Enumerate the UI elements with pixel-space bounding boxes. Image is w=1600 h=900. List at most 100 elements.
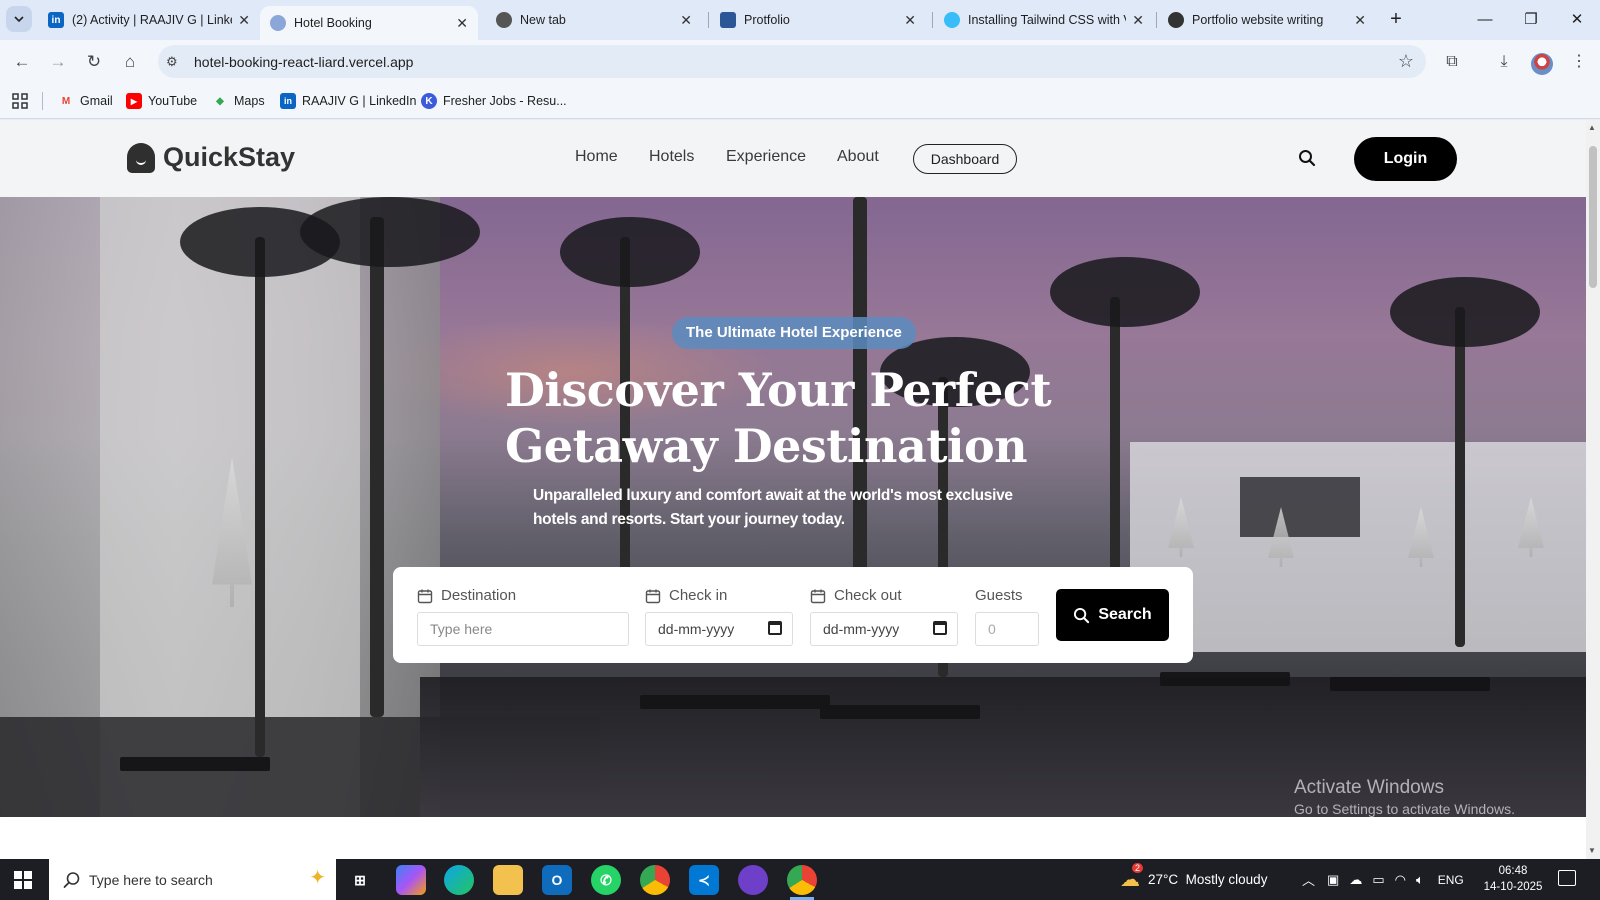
close-icon[interactable]: ✕	[456, 15, 468, 32]
bookmark-linkedin[interactable]: in RAAJIV G | LinkedIn	[280, 91, 416, 111]
reload-button[interactable]: ↻	[82, 50, 106, 74]
palm-trunk	[370, 217, 384, 717]
calendar-icon	[645, 589, 661, 603]
date-picker-icon[interactable]	[768, 621, 782, 635]
start-button[interactable]	[14, 871, 32, 889]
nav-link-home[interactable]: Home	[575, 148, 618, 166]
bookmarks-divider	[42, 92, 43, 110]
bookmark-youtube[interactable]: ▶ YouTube	[126, 91, 197, 111]
close-icon[interactable]: ✕	[1132, 12, 1144, 29]
wifi-icon[interactable]: ◠	[1395, 872, 1406, 888]
github-desktop-icon[interactable]	[738, 865, 768, 895]
checkin-date-input[interactable]: dd-mm-yyyy	[645, 612, 793, 646]
restore-button[interactable]: ❐	[1516, 8, 1546, 32]
hero-badge: The Ultimate Hotel Experience	[672, 317, 916, 349]
nav-link-hotels[interactable]: Hotels	[649, 148, 694, 166]
bookmark-maps[interactable]: ◆ Maps	[212, 91, 265, 111]
weather-badge: 2	[1132, 863, 1144, 873]
notifications-icon[interactable]	[1558, 870, 1576, 886]
site-info-icon[interactable]: ⚙	[166, 54, 188, 70]
bookmark-fresher-jobs[interactable]: K Fresher Jobs - Resu...	[421, 91, 567, 111]
taskbar-search-box[interactable]: Type here to search ✦	[49, 859, 336, 900]
vscode-icon[interactable]: ≺	[689, 865, 719, 895]
tab-linkedin[interactable]: in (2) Activity | RAAJIV G | Linke ✕	[38, 0, 260, 40]
logo-mark-icon	[127, 142, 155, 173]
bookmark-label: YouTube	[148, 94, 198, 108]
forward-button[interactable]: →	[46, 50, 70, 74]
palm-fronds	[1050, 257, 1200, 327]
address-bar[interactable]: ⚙ hotel-booking-react-liard.vercel.app ☆	[158, 45, 1426, 78]
back-button[interactable]: ←	[10, 50, 34, 74]
dashboard-button[interactable]: Dashboard	[913, 144, 1017, 174]
weather-widget[interactable]: ☁ 2 27°C Mostly cloudy	[1120, 859, 1267, 900]
destination-label: Destination	[417, 587, 516, 604]
nav-link-about[interactable]: About	[837, 148, 879, 166]
home-button[interactable]: ⌂	[118, 50, 142, 74]
checkout-date-input[interactable]: dd-mm-yyyy	[810, 612, 958, 646]
search-button[interactable]: Search	[1056, 589, 1169, 641]
close-icon[interactable]: ✕	[1354, 12, 1366, 29]
extensions-icon[interactable]: ⧉	[1440, 50, 1464, 74]
tab-search-button[interactable]	[6, 6, 32, 32]
chrome-active-icon[interactable]	[787, 865, 817, 900]
booking-form: Destination Type here Check in dd-mm-yyy…	[393, 567, 1193, 663]
tab-chatgpt[interactable]: Portfolio website writing ✕	[1158, 0, 1376, 40]
search-icon[interactable]	[1298, 149, 1316, 172]
bookmark-gmail[interactable]: M Gmail	[58, 91, 113, 111]
maps-icon: ◆	[216, 95, 224, 107]
whatsapp-icon[interactable]: ✆	[591, 865, 621, 895]
tab-tailwind[interactable]: Installing Tailwind CSS with V ✕	[934, 0, 1154, 40]
sun-lounger	[1160, 672, 1290, 686]
date-picker-icon[interactable]	[933, 621, 947, 635]
meet-icon[interactable]: ▣	[1327, 872, 1339, 888]
page-scrollbar[interactable]: ▲ ▼	[1586, 120, 1600, 859]
nav-link-experience[interactable]: Experience	[726, 148, 806, 166]
login-button[interactable]: Login	[1354, 137, 1457, 181]
close-icon[interactable]: ✕	[904, 12, 916, 29]
tab-strip: in (2) Activity | RAAJIV G | Linke ✕ Hot…	[0, 0, 1600, 40]
downloads-icon[interactable]: ⤓	[1492, 50, 1516, 74]
file-explorer-icon[interactable]	[493, 865, 523, 895]
new-tab-button[interactable]: +	[1384, 8, 1408, 32]
taskbar-clock[interactable]: 06:48 14-10-2025	[1478, 863, 1548, 895]
task-view-icon[interactable]: ⊞	[345, 865, 375, 895]
chrome-icon[interactable]	[640, 865, 670, 895]
tab-protfolio[interactable]: Protfolio ✕	[710, 0, 926, 40]
scroll-down-icon[interactable]: ▼	[1588, 846, 1596, 855]
close-icon[interactable]: ✕	[238, 12, 250, 29]
scrollbar-thumb[interactable]	[1589, 146, 1597, 288]
language-indicator[interactable]: ENG	[1438, 873, 1464, 887]
edge-icon[interactable]	[444, 865, 474, 895]
scroll-up-icon[interactable]: ▲	[1588, 123, 1596, 132]
bookmark-star-icon[interactable]: ☆	[1398, 51, 1414, 72]
onedrive-icon[interactable]: ☁	[1349, 872, 1362, 888]
search-icon	[63, 872, 80, 888]
tab-hotel-booking[interactable]: Hotel Booking ✕	[260, 6, 478, 40]
tab-divider	[708, 12, 709, 28]
profile-avatar[interactable]	[1531, 53, 1553, 75]
menu-icon[interactable]: ⋮	[1567, 50, 1591, 74]
copilot-sparkle-icon: ✦	[309, 867, 326, 889]
tailwind-icon	[944, 12, 960, 28]
battery-icon[interactable]: ▭	[1372, 872, 1384, 888]
volume-icon[interactable]: 🔈︎	[1416, 872, 1424, 888]
chevron-up-icon[interactable]: ︿	[1302, 870, 1315, 889]
guests-input[interactable]: 0	[975, 612, 1039, 646]
folder-icon	[720, 12, 736, 28]
close-window-button[interactable]: ✕	[1562, 8, 1592, 32]
copilot-icon[interactable]	[396, 865, 426, 895]
brand-logo[interactable]: QuickStay	[127, 142, 295, 173]
hero-title-line1: Discover Your Perfect	[505, 363, 1052, 417]
palm-fronds	[1390, 277, 1540, 347]
minimize-button[interactable]: —	[1470, 8, 1500, 32]
tab-new-tab[interactable]: New tab ✕	[486, 0, 702, 40]
close-icon[interactable]: ✕	[680, 12, 692, 29]
outlook-icon[interactable]: O	[542, 865, 572, 895]
apps-grid-icon[interactable]	[12, 91, 28, 111]
tab-divider	[932, 12, 933, 28]
sun-lounger	[640, 695, 830, 709]
destination-input[interactable]: Type here	[417, 612, 629, 646]
tab-divider	[1156, 12, 1157, 28]
bookmark-label: Maps	[234, 94, 265, 108]
url-text: hotel-booking-react-liard.vercel.app	[194, 53, 414, 70]
